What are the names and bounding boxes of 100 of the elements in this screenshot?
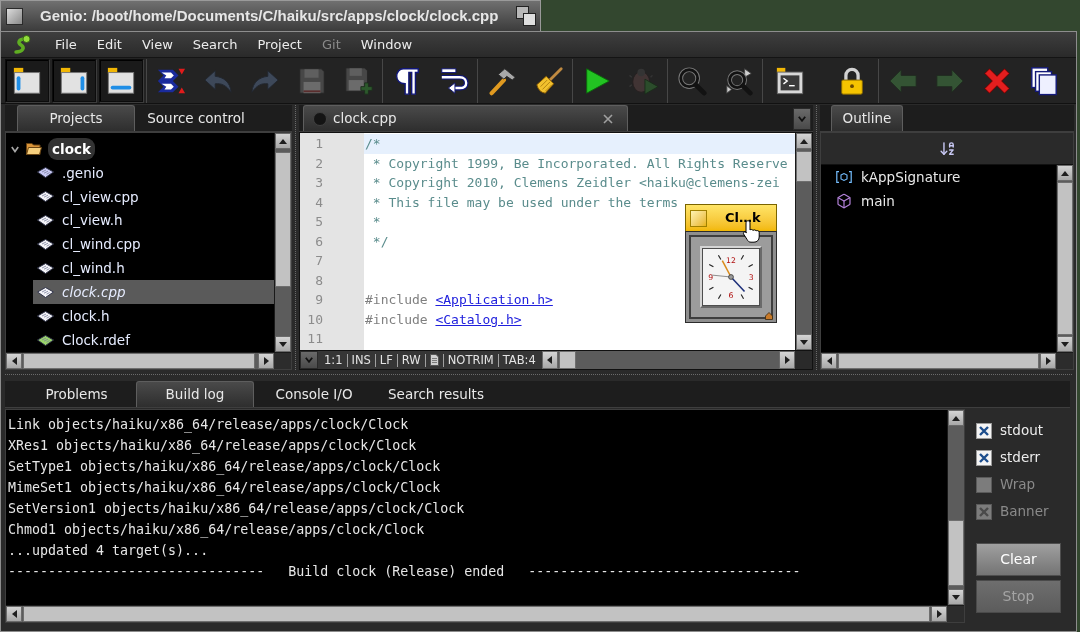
clock-numeral: 9 — [708, 273, 714, 283]
chevron-down-icon — [798, 116, 806, 122]
triangle-down-icon — [1061, 341, 1069, 347]
menu-item[interactable]: Edit — [86, 34, 132, 55]
scrollbar-thumb[interactable] — [948, 520, 964, 586]
include-link[interactable]: <Application.h> — [435, 292, 553, 307]
line-number: 7 — [315, 252, 323, 270]
line-number: 6 — [315, 232, 323, 251]
outline-item[interactable]: kAppSignature — [836, 165, 965, 189]
hour-hand — [730, 276, 746, 293]
close-button[interactable] — [6, 7, 23, 25]
close-icon[interactable] — [603, 113, 613, 124]
menu-item[interactable]: Window — [350, 34, 423, 55]
scrollbar-thumb[interactable] — [796, 151, 812, 182]
line-number: 2 — [315, 154, 323, 173]
line-number: 10 — [307, 310, 323, 329]
tree-item[interactable]: cl_wind.cpp — [33, 232, 145, 257]
layout-right-icon — [59, 65, 89, 96]
document-icon — [429, 354, 439, 366]
scroll-right-button[interactable] — [931, 606, 947, 622]
tab[interactable]: Outline — [831, 105, 903, 131]
scroll-right-button[interactable] — [1040, 353, 1056, 369]
tab-menu-button[interactable] — [793, 108, 811, 130]
tree-item[interactable]: .genio — [33, 160, 108, 185]
scrollbar-thumb[interactable] — [558, 351, 576, 369]
scroll-up-button[interactable] — [796, 133, 812, 149]
code-line: * Copyright 2010, Clemens Zeidler <haiku@clemens-zei — [371, 174, 780, 192]
tree-item[interactable]: cl_view.cpp — [33, 184, 143, 209]
triangle-right-icon — [263, 357, 269, 365]
tree-item[interactable]: cl_wind.h — [33, 256, 129, 281]
floppy-plus-icon — [343, 65, 374, 96]
scroll-left-button[interactable] — [6, 606, 22, 622]
scroll-right-button[interactable] — [258, 353, 274, 369]
scroll-down-button[interactable] — [948, 589, 964, 605]
scrollbar-corner — [274, 353, 291, 369]
code-line: * — [371, 213, 381, 231]
tab[interactable]: Projects — [17, 105, 135, 131]
scroll-up-button[interactable] — [948, 410, 964, 426]
scroll-left-button[interactable] — [6, 353, 22, 369]
scroll-up-button[interactable] — [1057, 165, 1073, 181]
checkbox-label: stdout — [1000, 421, 1043, 441]
chevron-down-icon[interactable] — [11, 144, 19, 153]
tab[interactable]: Console I/O — [254, 381, 374, 407]
menu-item[interactable]: View — [131, 34, 183, 55]
vertical-scrollbar[interactable] — [947, 410, 964, 605]
triangle-right-icon — [936, 610, 942, 618]
menu-item[interactable]: File — [45, 34, 87, 55]
tree-item[interactable]: clock.h — [33, 304, 114, 329]
code-line: #include <Catalog.h> — [364, 310, 522, 329]
scroll-down-button[interactable] — [275, 336, 291, 352]
log-line: Link objects/haiku/x86_64/release/apps/clock/Clock — [8, 416, 409, 435]
scroll-left-button[interactable] — [821, 353, 837, 369]
tab[interactable]: Search results — [374, 381, 498, 407]
horizontal-scrollbar[interactable] — [541, 351, 795, 369]
log-line: ...updated 4 target(s)... — [8, 542, 209, 560]
snake-icon[interactable] — [12, 34, 32, 55]
status-menu-button[interactable] — [300, 351, 318, 369]
line-number: 4 — [315, 193, 323, 212]
toolbar-button[interactable] — [52, 59, 96, 102]
search-icon — [676, 65, 707, 96]
tree-item[interactable]: Clock.rdef — [33, 328, 134, 352]
scroll-down-button[interactable] — [796, 334, 812, 350]
tree-item[interactable]: clock — [48, 137, 95, 160]
zoom-box-icon[interactable] — [516, 6, 536, 26]
sort-icon[interactable] — [938, 140, 956, 157]
x-mark-icon — [978, 451, 990, 464]
include-link[interactable]: <Catalog.h> — [435, 311, 522, 327]
tree-item[interactable]: cl_view.h — [33, 208, 127, 233]
circle-icon — [313, 111, 327, 126]
vertical-scrollbar[interactable] — [1056, 165, 1073, 352]
scroll-up-button[interactable] — [275, 133, 291, 149]
line-number: 11 — [307, 330, 323, 348]
triangle-up-icon — [800, 138, 808, 144]
tab[interactable]: clock.cpp — [303, 105, 628, 131]
scroll-right-button[interactable] — [779, 351, 795, 369]
menu-item[interactable]: Project — [247, 34, 312, 55]
scrollbar-thumb[interactable] — [275, 152, 291, 287]
checkbox[interactable] — [976, 449, 992, 466]
tab[interactable]: Source control — [135, 105, 257, 131]
checkbox[interactable] — [976, 422, 992, 439]
file-icon — [37, 286, 54, 298]
tab[interactable]: Build log — [136, 381, 254, 407]
tab[interactable]: Problems — [17, 381, 136, 407]
triangle-up-icon — [1061, 170, 1069, 176]
outline-item[interactable]: main — [836, 189, 899, 213]
toolbar-button[interactable] — [99, 59, 143, 102]
vertical-scrollbar[interactable] — [274, 133, 291, 352]
code-line: * This file may be used under the terms — [371, 193, 679, 212]
scroll-down-button[interactable] — [1057, 336, 1073, 352]
clock-numeral: 3 — [748, 273, 754, 283]
chevron-down-icon — [305, 357, 313, 363]
handle-icon[interactable] — [765, 312, 773, 320]
toolbar-button[interactable] — [5, 59, 49, 102]
menu-item[interactable]: Search — [182, 34, 248, 55]
log-line: SetType1 objects/haiku/x86_64/release/apps/clock/Clock — [8, 458, 441, 477]
line-number: 5 — [315, 213, 323, 231]
scrollbar-thumb[interactable] — [1057, 182, 1073, 335]
line-number: 1 — [315, 135, 323, 153]
tree-item[interactable]: clock.cpp — [33, 280, 274, 305]
vertical-scrollbar[interactable] — [795, 133, 812, 350]
